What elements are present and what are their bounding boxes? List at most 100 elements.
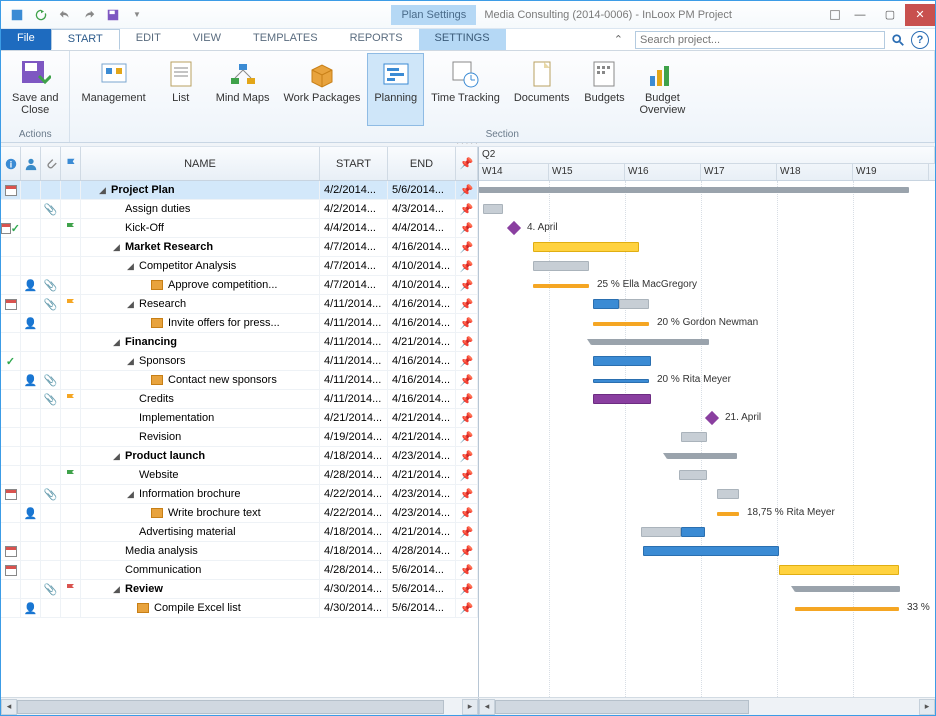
gantt-bar[interactable] — [717, 489, 739, 499]
task-row[interactable]: Advertising material4/18/2014...4/21/201… — [1, 523, 478, 542]
documents-button[interactable]: Documents — [507, 53, 577, 126]
task-row[interactable]: 👤📎Contact new sponsors4/11/2014...4/16/2… — [1, 371, 478, 390]
gantt-bar[interactable] — [533, 284, 589, 288]
summary-bar[interactable] — [795, 586, 900, 592]
task-row[interactable]: Implementation4/21/2014...4/21/2014...📌 — [1, 409, 478, 428]
ribbon-collapse-icon[interactable]: ⌃ — [606, 29, 631, 50]
tab-settings[interactable]: SETTINGS — [419, 29, 506, 50]
timeline-body[interactable]: 4. April25 % Ella MacGregory20 % Gordon … — [479, 181, 935, 697]
search-input[interactable] — [635, 31, 885, 49]
scroll-right-button[interactable]: ▸ — [462, 699, 478, 715]
save-icon[interactable] — [103, 5, 123, 25]
task-row[interactable]: ◢Financing4/11/2014...4/21/2014...📌 — [1, 333, 478, 352]
task-row[interactable]: 👤Write brochure text4/22/2014...4/23/201… — [1, 504, 478, 523]
gantt-bar[interactable] — [717, 512, 739, 516]
task-row[interactable]: Revision4/19/2014...4/21/2014...📌 — [1, 428, 478, 447]
gantt-bar[interactable] — [533, 242, 639, 252]
scroll-track-left[interactable] — [17, 699, 462, 715]
summary-bar[interactable] — [667, 453, 737, 459]
gantt-bar[interactable] — [681, 432, 707, 442]
task-row[interactable]: 📎Assign duties4/2/2014...4/3/2014...📌 — [1, 200, 478, 219]
tab-start[interactable]: START — [51, 29, 120, 50]
work-packages-button[interactable]: Work Packages — [277, 53, 368, 126]
gantt-bar[interactable] — [779, 565, 899, 575]
gantt-bar[interactable] — [795, 607, 899, 611]
task-row[interactable]: ✓◢Sponsors4/11/2014...4/16/2014...📌 — [1, 352, 478, 371]
gantt-bar[interactable] — [619, 299, 649, 309]
redo-icon[interactable] — [79, 5, 99, 25]
budgets-button[interactable]: Budgets — [576, 53, 632, 126]
tab-templates[interactable]: TEMPLATES — [237, 29, 334, 50]
tab-edit[interactable]: EDIT — [120, 29, 177, 50]
gantt-bar[interactable] — [681, 527, 705, 537]
list-icon — [165, 58, 197, 90]
task-row[interactable]: 📎Credits4/11/2014...4/16/2014...📌 — [1, 390, 478, 409]
caret-icon: ◢ — [113, 337, 123, 348]
gantt-bar[interactable] — [643, 546, 779, 556]
task-row[interactable]: ✓Kick-Off4/4/2014...4/4/2014...📌 — [1, 219, 478, 238]
planning-button[interactable]: Planning — [367, 53, 424, 126]
gantt-bar[interactable] — [593, 356, 651, 366]
search-icon[interactable] — [889, 31, 907, 49]
save-close-button[interactable]: Save and Close — [5, 53, 65, 126]
budget-overview-button[interactable]: Budget Overview — [632, 53, 692, 126]
task-row[interactable]: 📎◢Research4/11/2014...4/16/2014...📌 — [1, 295, 478, 314]
minimize-button[interactable]: — — [845, 4, 875, 26]
list-button[interactable]: List — [153, 53, 209, 126]
refresh-icon[interactable] — [31, 5, 51, 25]
task-row[interactable]: ◢Project Plan4/2/2014...5/6/2014...📌 — [1, 181, 478, 200]
gantt-bar[interactable] — [533, 261, 589, 271]
person-icon: 👤 — [24, 602, 38, 615]
task-row[interactable]: 📎◢Information brochure4/22/2014...4/23/2… — [1, 485, 478, 504]
summary-bar[interactable] — [479, 187, 909, 193]
scroll-right-button-2[interactable]: ▸ — [919, 699, 935, 715]
col-end[interactable]: END — [388, 147, 456, 180]
task-row[interactable]: ◢Market Research4/7/2014...4/16/2014...📌 — [1, 238, 478, 257]
close-button[interactable]: ✕ — [905, 4, 935, 26]
scroll-left-button[interactable]: ◂ — [1, 699, 17, 715]
tab-view[interactable]: VIEW — [177, 29, 237, 50]
maximize-button[interactable]: ▢ — [875, 4, 905, 26]
gantt-bar[interactable] — [593, 394, 651, 404]
mind-maps-button[interactable]: Mind Maps — [209, 53, 277, 126]
task-row[interactable]: ◢Competitor Analysis4/7/2014...4/10/2014… — [1, 257, 478, 276]
help-icon[interactable]: ? — [911, 31, 929, 49]
col-clip-icon[interactable] — [41, 147, 61, 180]
col-info-icon[interactable]: i — [1, 147, 21, 180]
gantt-bar[interactable] — [593, 379, 649, 383]
gantt-bar[interactable] — [593, 322, 649, 326]
tab-file[interactable]: File — [1, 29, 51, 50]
task-row[interactable]: 👤📎Approve competition...4/7/2014...4/10/… — [1, 276, 478, 295]
gantt-bar[interactable] — [641, 527, 681, 537]
gantt-bar[interactable] — [483, 204, 503, 214]
col-name[interactable]: NAME — [81, 147, 320, 180]
task-start: 4/7/2014... — [320, 257, 388, 275]
task-start: 4/11/2014... — [320, 352, 388, 370]
task-row[interactable]: 👤Invite offers for press...4/11/2014...4… — [1, 314, 478, 333]
milestone-icon[interactable] — [507, 221, 521, 235]
col-flag-icon[interactable] — [61, 147, 81, 180]
task-row[interactable]: Media analysis4/18/2014...4/28/2014...📌 — [1, 542, 478, 561]
scroll-track-right[interactable] — [495, 699, 919, 715]
task-row[interactable]: Website4/28/2014...4/21/2014...📌 — [1, 466, 478, 485]
task-row[interactable]: ◢Product launch4/18/2014...4/23/2014...📌 — [1, 447, 478, 466]
undo-icon[interactable] — [55, 5, 75, 25]
milestone-icon[interactable] — [705, 411, 719, 425]
summary-bar[interactable] — [591, 339, 709, 345]
qat-dropdown-icon[interactable]: ▼ — [127, 5, 147, 25]
task-row[interactable]: Communication4/28/2014...5/6/2014...📌 — [1, 561, 478, 580]
col-pin-icon[interactable]: 📌 — [456, 147, 478, 180]
management-button[interactable]: Management — [74, 53, 152, 126]
scroll-left-button-2[interactable]: ◂ — [479, 699, 495, 715]
contextual-tab-label: Plan Settings — [391, 5, 476, 25]
gantt-bar[interactable] — [679, 470, 707, 480]
col-start[interactable]: START — [320, 147, 388, 180]
task-row[interactable]: 👤Compile Excel list4/30/2014...5/6/2014.… — [1, 599, 478, 618]
task-row[interactable]: 📎◢Review4/30/2014...5/6/2014...📌 — [1, 580, 478, 599]
col-person-icon[interactable] — [21, 147, 41, 180]
app-icon[interactable] — [7, 5, 27, 25]
gantt-bar[interactable] — [593, 299, 619, 309]
ribbon-options-icon[interactable] — [825, 5, 845, 25]
tab-reports[interactable]: REPORTS — [334, 29, 419, 50]
time-tracking-button[interactable]: Time Tracking — [424, 53, 507, 126]
